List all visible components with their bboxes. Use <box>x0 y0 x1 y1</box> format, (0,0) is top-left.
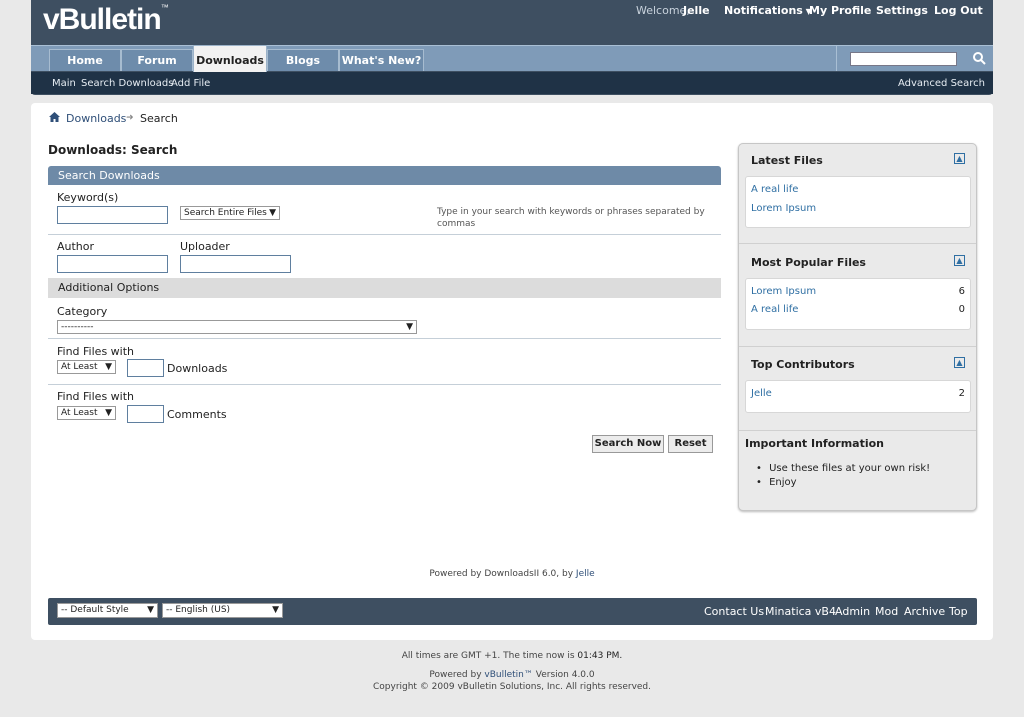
logout-link[interactable]: Log Out <box>934 4 983 18</box>
additional-options-header: Additional Options <box>48 278 721 298</box>
advanced-search-link[interactable]: Advanced Search <box>898 78 985 89</box>
tab-whats-new[interactable]: What's New? <box>339 49 424 71</box>
vbulletin-link[interactable]: vBulletin™ <box>484 670 532 680</box>
tab-blogs[interactable]: Blogs <box>267 49 339 71</box>
reset-button[interactable]: Reset <box>668 435 713 453</box>
search-icon[interactable] <box>972 51 990 69</box>
my-profile-link[interactable]: My Profile <box>809 4 871 18</box>
settings-link[interactable]: Settings <box>876 4 928 18</box>
important-info-title: Important Information <box>745 437 885 450</box>
info-list-item: • Use these files at your own risk! <box>756 463 931 474</box>
sublink-search-downloads[interactable]: Search Downloads <box>81 78 173 89</box>
tab-forum[interactable]: Forum <box>121 49 193 71</box>
category-select[interactable]: ---------- ▼ <box>57 320 417 334</box>
breadcrumb-current: Search <box>140 112 178 125</box>
popular-file-count: 0 <box>958 304 965 315</box>
sublink-add-file[interactable]: Add File <box>171 78 210 89</box>
divider <box>48 338 721 339</box>
divider <box>739 430 976 431</box>
author-label: Author <box>57 240 95 253</box>
timezone-text: All times are GMT +1. The time now is 01… <box>401 651 623 661</box>
author-input[interactable] <box>57 255 168 273</box>
powered-author-link[interactable]: Jelle <box>576 569 595 579</box>
powered-by-text: Powered by DownloadsII 6.0, by Jelle <box>429 569 595 579</box>
popular-file-count: 6 <box>958 286 965 297</box>
divider <box>739 243 976 244</box>
footer-link-minatica[interactable]: Minatica vB4 <box>765 605 836 618</box>
popular-file-link[interactable]: Lorem Ipsum <box>751 286 816 297</box>
vbulletin-powered-text: Powered by vBulletin™ Version 4.0.0 <box>429 670 595 680</box>
uploader-label: Uploader <box>180 240 230 253</box>
collapse-icon[interactable]: ▲ <box>954 255 965 266</box>
search-panel-header: Search Downloads <box>48 166 721 185</box>
vbulletin-logo[interactable]: vBulletin™ <box>43 3 169 37</box>
search-scope-select[interactable]: Search Entire Files ▼ <box>180 206 280 220</box>
breadcrumb-downloads[interactable]: Downloads <box>66 112 126 125</box>
username-link[interactable]: Jelle <box>683 4 710 18</box>
tab-home[interactable]: Home <box>49 49 121 71</box>
search-now-button[interactable]: Search Now <box>592 435 664 453</box>
downloads-unit-label: Downloads <box>167 362 228 375</box>
language-select[interactable]: -- English (US) ▼ <box>162 603 283 618</box>
latest-file-link[interactable]: Lorem Ipsum <box>751 203 816 214</box>
popular-file-link[interactable]: A real life <box>751 304 798 315</box>
home-icon[interactable] <box>49 112 60 122</box>
sublink-main[interactable]: Main <box>52 78 76 89</box>
page-title: Downloads: Search <box>48 143 178 157</box>
chevron-down-icon: ▼ <box>269 208 276 218</box>
comments-unit-label: Comments <box>167 408 227 421</box>
chevron-down-icon: ▼ <box>105 362 112 372</box>
style-select[interactable]: -- Default Style ▼ <box>57 603 158 618</box>
contributor-link[interactable]: Jelle <box>751 388 772 399</box>
notifications-menu[interactable]: Notifications ▼ <box>724 4 812 18</box>
divider <box>48 234 721 235</box>
tab-downloads[interactable]: Downloads <box>193 45 267 72</box>
welcome-label: Welcome, <box>636 4 690 17</box>
footer-link-contact-us[interactable]: Contact Us <box>704 605 764 618</box>
keywords-hint: Type in your search with keywords or phr… <box>437 207 705 229</box>
downloads-filter-label: Find Files with <box>57 345 135 358</box>
collapse-icon[interactable]: ▲ <box>954 357 965 368</box>
divider <box>48 384 721 385</box>
footer-link-archive[interactable]: Archive <box>904 605 945 618</box>
collapse-icon[interactable]: ▲ <box>954 153 965 164</box>
downloads-compare-select[interactable]: At Least ▼ <box>57 360 116 374</box>
chevron-down-icon: ▼ <box>147 605 154 615</box>
keywords-label: Keyword(s) <box>57 191 119 204</box>
contributor-count: 2 <box>958 388 965 399</box>
downloads-count-input[interactable] <box>127 359 164 377</box>
keywords-input[interactable] <box>57 206 168 224</box>
comments-compare-select[interactable]: At Least ▼ <box>57 406 116 420</box>
latest-files-title: Latest Files <box>751 154 823 167</box>
uploader-input[interactable] <box>180 255 291 273</box>
breadcrumb-separator-icon: ➜ <box>126 113 134 123</box>
comments-count-input[interactable] <box>127 405 164 423</box>
copyright-text: Copyright © 2009 vBulletin Solutions, In… <box>372 682 652 692</box>
footer-link-admin[interactable]: Admin <box>835 605 870 618</box>
category-label: Category <box>57 305 108 318</box>
comments-filter-label: Find Files with <box>57 390 135 403</box>
divider <box>739 346 976 347</box>
chevron-down-icon: ▼ <box>406 322 413 332</box>
info-list-item: • Enjoy <box>756 477 797 488</box>
top-contributors-title: Top Contributors <box>751 358 855 371</box>
latest-file-link[interactable]: A real life <box>751 184 798 195</box>
search-input[interactable] <box>850 52 957 66</box>
footer-link-mod[interactable]: Mod <box>875 605 898 618</box>
top-contributors-list <box>745 380 971 413</box>
popular-files-title: Most Popular Files <box>751 256 866 269</box>
chevron-down-icon: ▼ <box>105 408 112 418</box>
footer-link-top[interactable]: Top <box>949 605 968 618</box>
chevron-down-icon: ▼ <box>272 605 279 615</box>
